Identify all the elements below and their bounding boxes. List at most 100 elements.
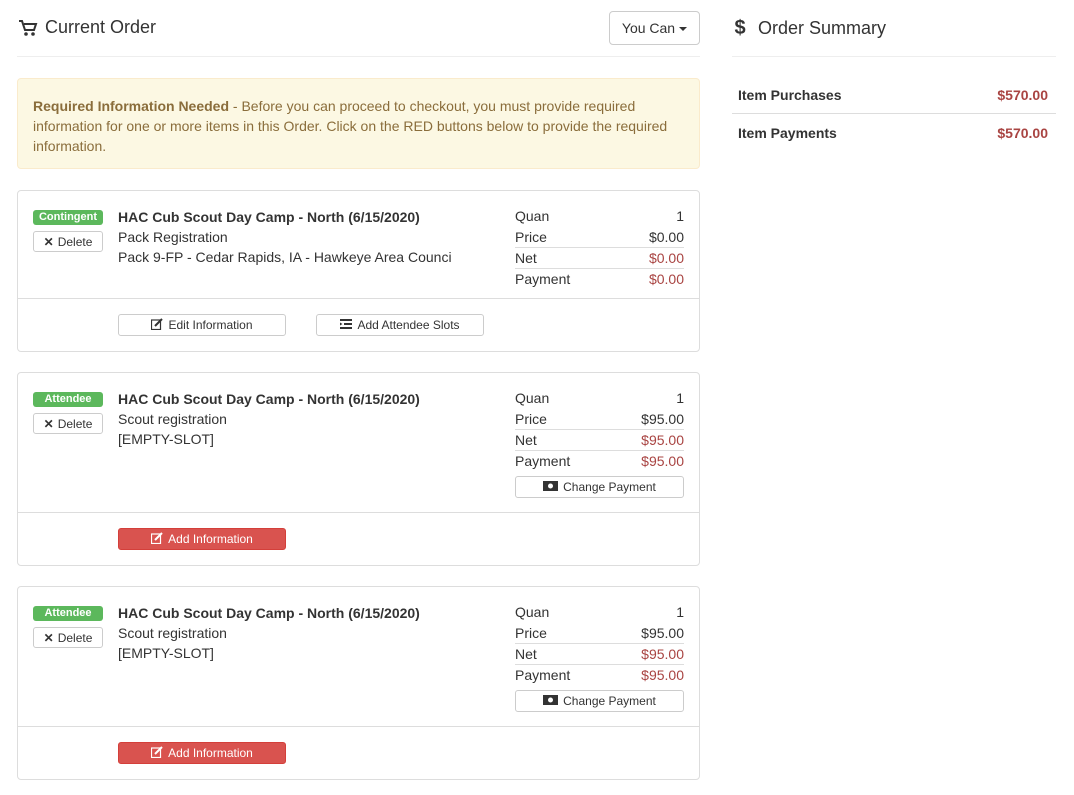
- item-detail: Pack 9-FP - Cedar Rapids, IA - Hawkeye A…: [118, 249, 452, 265]
- quan-label: Quan: [515, 604, 550, 620]
- item-type: Pack Registration: [118, 229, 228, 245]
- summary-row-purchases: Item Purchases $570.00: [732, 77, 1056, 114]
- dollar-icon: $: [734, 17, 746, 39]
- order-item-main: Attendee ✕ Delete HAC Cub Scout Day Camp…: [18, 587, 699, 727]
- payment-value: $95.00: [641, 667, 684, 683]
- net-row: Net $0.00: [515, 248, 684, 269]
- item-info: HAC Cub Scout Day Camp - North (6/15/202…: [118, 603, 498, 663]
- summary-label: Item Purchases: [738, 87, 842, 103]
- summary-amount: $570.00: [997, 87, 1048, 103]
- edit-icon: [151, 531, 163, 547]
- quan-value: 1: [676, 390, 684, 406]
- required-info-alert: Required Information Needed - Before you…: [17, 78, 700, 169]
- item-info: HAC Cub Scout Day Camp - North (6/15/202…: [118, 207, 498, 267]
- price-label: Price: [515, 411, 547, 427]
- list-icon: [340, 318, 353, 332]
- edit-icon: [151, 745, 163, 761]
- change-payment-button[interactable]: Change Payment: [515, 690, 684, 712]
- add-information-button[interactable]: Add Information: [118, 528, 286, 550]
- price-row: Price $95.00: [515, 623, 684, 644]
- change-payment-button[interactable]: Change Payment: [515, 476, 684, 498]
- order-summary-panel: $ Order Summary Item Purchases $570.00 I…: [732, 0, 1056, 151]
- status-badge: Attendee: [33, 606, 103, 621]
- order-item-main: Contingent ✕ Delete HAC Cub Scout Day Ca…: [18, 191, 699, 299]
- edit-information-label: Edit Information: [168, 318, 253, 332]
- alert-heading: Required Information Needed: [33, 98, 230, 114]
- order-item-card: Contingent ✕ Delete HAC Cub Scout Day Ca…: [17, 190, 700, 352]
- payment-label: Payment: [515, 453, 571, 469]
- delete-button[interactable]: ✕ Delete: [33, 413, 103, 434]
- add-information-button[interactable]: Add Information: [118, 742, 286, 764]
- net-value: $95.00: [641, 432, 684, 448]
- quan-row: Quan 1: [515, 602, 684, 623]
- payment-value: $0.00: [648, 271, 684, 287]
- edit-information-button[interactable]: Edit Information: [118, 314, 286, 336]
- current-order-title-text: Current Order: [45, 17, 157, 37]
- add-information-label: Add Information: [168, 532, 253, 546]
- event-name: HAC Cub Scout Day Camp - North (6/15/202…: [118, 209, 420, 225]
- delete-label: Delete: [57, 416, 93, 431]
- net-label: Net: [515, 432, 537, 448]
- cart-icon: [17, 19, 39, 37]
- summary-row-payments: Item Payments $570.00: [732, 114, 1056, 151]
- order-item-main: Attendee ✕ Delete HAC Cub Scout Day Camp…: [18, 373, 699, 513]
- delete-button[interactable]: ✕ Delete: [33, 231, 103, 252]
- event-name: HAC Cub Scout Day Camp - North (6/15/202…: [118, 391, 420, 407]
- payment-row: Payment $95.00: [515, 665, 684, 686]
- order-item-card: Attendee ✕ Delete HAC Cub Scout Day Camp…: [17, 372, 700, 566]
- summary-label: Item Payments: [738, 124, 837, 141]
- you-can-dropdown-button[interactable]: You Can: [609, 11, 700, 45]
- net-row: Net $95.00: [515, 644, 684, 665]
- price-value: $0.00: [648, 229, 684, 245]
- order-item-card: Attendee ✕ Delete HAC Cub Scout Day Camp…: [17, 586, 700, 780]
- order-item-actions: Add Information: [18, 727, 699, 779]
- money-icon: [543, 480, 559, 494]
- delete-button[interactable]: ✕ Delete: [33, 627, 103, 648]
- price-value: $95.00: [641, 411, 684, 427]
- net-label: Net: [515, 646, 537, 662]
- item-info: HAC Cub Scout Day Camp - North (6/15/202…: [118, 389, 498, 449]
- price-table: Quan 1 Price $95.00 Net $95.00 Payment $95.0…: [515, 388, 684, 498]
- you-can-label: You Can: [621, 20, 676, 36]
- summary-table: Item Purchases $570.00 Item Payments $57…: [732, 77, 1056, 151]
- event-name: HAC Cub Scout Day Camp - North (6/15/202…: [118, 605, 420, 621]
- money-icon: [543, 694, 559, 708]
- times-icon: ✕: [43, 234, 54, 249]
- change-payment-label: Change Payment: [563, 480, 656, 494]
- change-payment-label: Change Payment: [563, 694, 656, 708]
- price-table: Quan 1 Price $95.00 Net $95.00 Payment $95.0…: [515, 602, 684, 712]
- price-label: Price: [515, 229, 547, 245]
- add-attendee-slots-label: Add Attendee Slots: [357, 318, 460, 332]
- item-detail: [EMPTY-SLOT]: [118, 431, 214, 447]
- net-label: Net: [515, 250, 537, 266]
- quan-row: Quan 1: [515, 206, 684, 227]
- quan-label: Quan: [515, 208, 550, 224]
- item-type: Scout registration: [118, 411, 227, 427]
- payment-row: Payment $0.00: [515, 269, 684, 290]
- current-order-title: Current Order: [17, 17, 156, 38]
- order-item-actions: Add Information: [18, 513, 699, 565]
- edit-icon: [151, 317, 164, 333]
- summary-amount: $570.00: [997, 124, 1048, 141]
- add-attendee-slots-button[interactable]: Add Attendee Slots: [316, 314, 484, 336]
- times-icon: ✕: [43, 630, 54, 645]
- payment-label: Payment: [515, 271, 571, 287]
- quan-value: 1: [676, 208, 684, 224]
- net-row: Net $95.00: [515, 430, 684, 451]
- payment-value: $95.00: [641, 453, 684, 469]
- order-item-actions: Edit Information Add Attendee Slots: [18, 299, 699, 351]
- delete-label: Delete: [57, 234, 93, 249]
- status-badge: Attendee: [33, 392, 103, 407]
- caret-down-icon: [679, 27, 688, 31]
- times-icon: ✕: [43, 416, 54, 431]
- price-table: Quan 1 Price $0.00 Net $0.00 Payment $0.00: [515, 206, 684, 290]
- current-order-header: Current Order You Can: [17, 0, 700, 57]
- quan-row: Quan 1: [515, 388, 684, 409]
- payment-label: Payment: [515, 667, 571, 683]
- item-type: Scout registration: [118, 625, 227, 641]
- order-summary-title-text: Order Summary: [758, 18, 887, 38]
- item-detail: [EMPTY-SLOT]: [118, 645, 214, 661]
- price-row: Price $0.00: [515, 227, 684, 248]
- order-summary-title: $ Order Summary: [732, 17, 886, 40]
- quan-value: 1: [676, 604, 684, 620]
